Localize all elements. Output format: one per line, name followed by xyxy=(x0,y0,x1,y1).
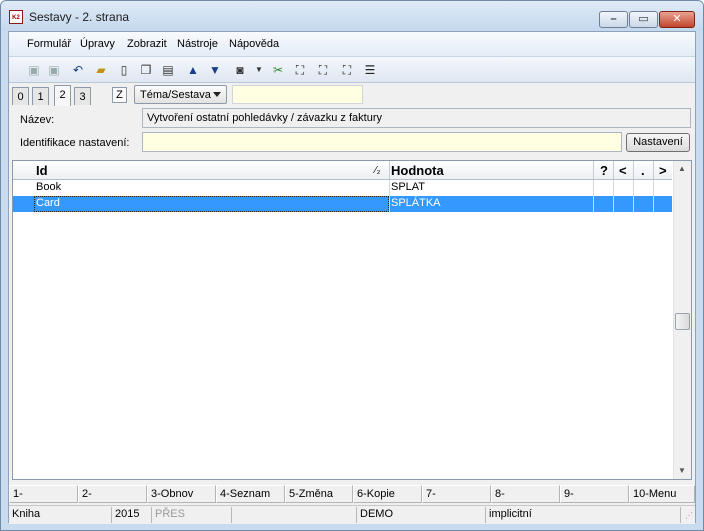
column-line xyxy=(389,180,390,212)
grid-header: Id ⁄₂ Hodnota ? < . > xyxy=(13,161,672,180)
column-header-gt[interactable]: > xyxy=(659,163,667,178)
tab-2[interactable]: 2 xyxy=(54,85,71,106)
toolbar: ▣ ▣ ↶ ▰ ▯ ❐ ▤ ▲ ▼ ◙ ▼ ✂ ⛶ ⛶ ⛶ ☰ xyxy=(9,57,695,83)
function-key-bar: 1- 2- 3-Obnov 4-Seznam 5-Změna 6-Kopie 7… xyxy=(9,485,695,504)
ident-field[interactable] xyxy=(142,132,622,152)
highlight-field[interactable] xyxy=(232,85,363,104)
focus-cell xyxy=(34,196,389,212)
binoculars-icon[interactable]: ⛶ xyxy=(292,62,308,78)
settings-button[interactable]: Nastavení xyxy=(626,133,690,152)
column-line xyxy=(653,180,654,212)
scroll-thumb[interactable] xyxy=(675,313,690,330)
column-line xyxy=(633,180,634,212)
fkey-2[interactable]: 2- xyxy=(78,485,147,503)
column-separator xyxy=(653,161,654,179)
status-book: Kniha xyxy=(9,507,112,523)
column-separator xyxy=(633,161,634,179)
column-header-id[interactable]: Id xyxy=(36,163,48,178)
name-label: Název: xyxy=(20,114,55,126)
fkey-5-change[interactable]: 5-Změna xyxy=(285,485,353,503)
column-separator xyxy=(389,161,390,179)
minimize-button[interactable]: – xyxy=(599,11,628,28)
data-grid[interactable]: Id ⁄₂ Hodnota ? < . > Book SPLAT Card SP… xyxy=(12,160,692,480)
status-insert-mode: PŘES xyxy=(152,507,232,523)
tab-3[interactable]: 3 xyxy=(74,87,91,105)
column-header-value[interactable]: Hodnota xyxy=(391,163,444,178)
maximize-icon: ▭ xyxy=(638,13,649,25)
close-button[interactable]: ✕ xyxy=(659,11,695,28)
form-client-area: Formulář Úpravy Zobrazit Nástroje Nápově… xyxy=(8,31,696,524)
fkey-10-menu[interactable]: 10-Menu xyxy=(629,485,695,503)
menu-nastroje[interactable]: Nástroje xyxy=(177,38,218,50)
vertical-scrollbar[interactable]: ▲ ▼ xyxy=(673,161,691,479)
app-window: K2 Sestavy - 2. strana – ▭ ✕ Formulář Úp… xyxy=(0,0,704,531)
zoom-button[interactable]: Z xyxy=(112,87,127,103)
app-logo-icon: K2 xyxy=(9,10,23,24)
tab-bar: 0 1 2 3 Z Téma/Sestava xyxy=(9,84,695,106)
menu-formular[interactable]: Formulář xyxy=(27,38,71,50)
resize-grip-icon[interactable]: ⋰ xyxy=(685,511,693,520)
tab-0[interactable]: 0 xyxy=(12,87,29,105)
fkey-7[interactable]: 7- xyxy=(422,485,491,503)
camera-icon[interactable]: ◙ xyxy=(232,62,248,78)
book-icon[interactable]: ▤ xyxy=(160,62,176,78)
column-line xyxy=(593,180,594,212)
title-bar[interactable]: K2 Sestavy - 2. strana – ▭ ✕ xyxy=(1,1,703,31)
new-document-icon[interactable]: ▯ xyxy=(116,62,132,78)
status-mode: implicitní xyxy=(486,507,681,523)
fkey-4-list[interactable]: 4-Seznam xyxy=(216,485,285,503)
column-header-question[interactable]: ? xyxy=(600,163,608,178)
status-empty xyxy=(232,507,357,523)
sort-icon: ⁄₂ xyxy=(375,165,381,176)
cell-value: SPLAT xyxy=(391,181,426,193)
chevron-down-icon xyxy=(213,92,221,97)
menu-napoveda[interactable]: Nápověda xyxy=(229,38,279,50)
fkey-1[interactable]: 1- xyxy=(9,485,78,503)
status-bar: Kniha 2015 PŘES DEMO implicitní ⋰ xyxy=(9,505,695,524)
column-separator xyxy=(613,161,614,179)
column-header-lt[interactable]: < xyxy=(619,163,627,178)
table-row[interactable]: Book SPLAT xyxy=(13,180,672,196)
cell-id: Book xyxy=(36,181,62,193)
list-icon[interactable]: ☰ xyxy=(362,62,378,78)
copy-icon[interactable]: ❐ xyxy=(138,62,154,78)
cell-id: Card xyxy=(36,197,60,209)
binoculars-next-icon[interactable]: ⛶ xyxy=(315,62,331,78)
fkey-3-refresh[interactable]: 3-Obnov xyxy=(147,485,216,503)
name-value: Vytvoření ostatní pohledávky / závazku z… xyxy=(147,112,382,124)
column-line xyxy=(613,180,614,212)
minimize-icon: – xyxy=(610,13,617,25)
status-database: DEMO xyxy=(357,507,486,523)
maximize-button[interactable]: ▭ xyxy=(629,11,658,28)
close-icon: ✕ xyxy=(672,13,682,25)
ident-label: Identifikace nastavení: xyxy=(20,137,130,149)
open-folder-icon[interactable]: ▰ xyxy=(93,62,109,78)
arrow-down-icon[interactable]: ▼ xyxy=(207,62,223,78)
binoculars-prev-icon[interactable]: ⛶ xyxy=(339,62,355,78)
table-row-selected[interactable]: Card SPLÁTKA xyxy=(13,196,672,212)
window-title: Sestavy - 2. strana xyxy=(29,10,130,24)
filter-icon[interactable]: ✂ xyxy=(270,62,286,78)
dropdown-arrow-icon[interactable]: ▼ xyxy=(251,62,267,78)
name-field[interactable]: Vytvoření ostatní pohledávky / závazku z… xyxy=(142,108,691,128)
tab-1[interactable]: 1 xyxy=(32,87,49,105)
fkey-9[interactable]: 9- xyxy=(560,485,629,503)
save-as-icon[interactable]: ▣ xyxy=(46,62,62,78)
menu-upravy[interactable]: Úpravy xyxy=(80,38,115,50)
tema-sestava-combo[interactable]: Téma/Sestava xyxy=(134,85,227,104)
save-icon[interactable]: ▣ xyxy=(26,62,42,78)
menu-bar: Formulář Úpravy Zobrazit Nástroje Nápově… xyxy=(9,32,695,57)
column-separator xyxy=(593,161,594,179)
combo-value: Téma/Sestava xyxy=(140,89,211,101)
scroll-down-icon[interactable]: ▼ xyxy=(674,463,690,479)
cell-value: SPLÁTKA xyxy=(391,197,441,209)
undo-icon[interactable]: ↶ xyxy=(70,62,86,78)
scroll-up-icon[interactable]: ▲ xyxy=(674,161,690,177)
column-header-dot[interactable]: . xyxy=(641,163,645,178)
arrow-up-icon[interactable]: ▲ xyxy=(185,62,201,78)
menu-zobrazit[interactable]: Zobrazit xyxy=(127,38,167,50)
status-year: 2015 xyxy=(112,507,152,523)
fkey-6-copy[interactable]: 6-Kopie xyxy=(353,485,422,503)
fkey-8[interactable]: 8- xyxy=(491,485,560,503)
